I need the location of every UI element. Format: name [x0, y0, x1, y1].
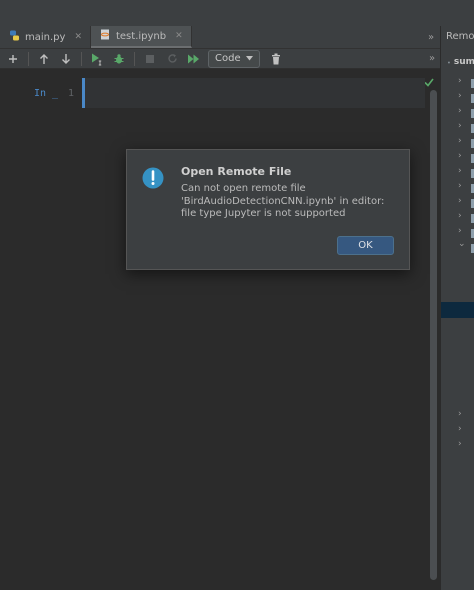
jupyter-notebook-icon: [100, 29, 111, 43]
toolbar-separator: [81, 51, 82, 66]
stop-button[interactable]: [140, 50, 160, 68]
chevron-right-icon[interactable]: ›: [458, 151, 462, 161]
add-cell-button[interactable]: [3, 50, 23, 68]
chevron-right-icon[interactable]: ›: [458, 424, 462, 434]
run-all-icon: [188, 54, 199, 63]
panel-title: Remote Host: [446, 31, 474, 42]
tab-test-ipynb[interactable]: test.ipynb ✕: [90, 26, 192, 48]
stop-icon: [146, 54, 154, 63]
cell-type-value: Code: [215, 53, 241, 64]
chevron-right-icon[interactable]: ›: [458, 409, 462, 419]
tab-label: test.ipynb: [115, 30, 167, 42]
scrollbar-thumb[interactable]: [430, 90, 437, 580]
open-remote-file-dialog: Open Remote File Can not open remote fil…: [126, 149, 410, 270]
chevron-right-icon[interactable]: ›: [458, 439, 462, 449]
trash-icon: [271, 53, 280, 64]
chevron-right-icon[interactable]: ›: [458, 106, 462, 116]
chevron-right-icon[interactable]: ›: [458, 76, 462, 86]
notebook-editor[interactable]: In _ 1: [0, 70, 440, 590]
chevron-right-icon[interactable]: ›: [458, 211, 462, 221]
dialog-message: Can not open remote file 'BirdAudioDetec…: [181, 183, 396, 221]
ok-button[interactable]: OK: [337, 236, 394, 255]
debug-cell-button[interactable]: [109, 50, 129, 68]
chevron-right-icon[interactable]: ›: [458, 181, 462, 191]
cell-type-dropdown[interactable]: Code: [208, 49, 260, 68]
toolbar-separator: [134, 51, 135, 66]
arrow-down-icon: [62, 53, 70, 64]
tab-overflow-icon[interactable]: »: [422, 26, 440, 48]
remote-host-panel: Remote Host sum › › › › › › › › › › › ⌄ …: [440, 26, 474, 590]
panel-root-row[interactable]: sum: [441, 53, 474, 71]
plus-icon: [9, 54, 17, 63]
window-top-strip: [0, 0, 474, 26]
close-icon[interactable]: ✕: [74, 32, 82, 42]
chevron-right-icon[interactable]: ›: [458, 91, 462, 101]
tab-label: main.py: [25, 31, 66, 43]
restart-icon: [167, 54, 177, 63]
cell-prompt: In _: [34, 88, 59, 99]
chevron-right-icon[interactable]: ›: [458, 136, 462, 146]
move-cell-up-button[interactable]: [34, 50, 54, 68]
editor-tab-bar: main.py ✕ test.ipynb ✕ »: [0, 26, 440, 49]
delete-cell-button[interactable]: [266, 50, 286, 68]
bug-icon: [114, 53, 124, 64]
chevron-right-icon[interactable]: ›: [458, 121, 462, 131]
panel-root-label: sum: [453, 57, 474, 67]
dialog-message-line: 'BirdAudioDetectionCNN.ipynb' in editor:: [181, 195, 385, 207]
chevron-right-icon[interactable]: ›: [458, 196, 462, 206]
ide-window: main.py ✕ test.ipynb ✕ » Code » In _ 1 R…: [0, 0, 474, 590]
run-cell-button[interactable]: [87, 50, 107, 68]
code-cell[interactable]: [85, 78, 425, 108]
close-icon[interactable]: ✕: [175, 31, 183, 41]
toolbar-separator: [28, 51, 29, 66]
dialog-title: Open Remote File: [181, 165, 292, 178]
restart-kernel-button[interactable]: [162, 50, 182, 68]
line-number: 1: [68, 88, 75, 99]
checkmark-icon: [424, 72, 434, 91]
vertical-scrollbar[interactable]: [430, 90, 437, 582]
selected-tree-row[interactable]: [441, 302, 474, 318]
tab-main-py[interactable]: main.py ✕: [0, 26, 91, 48]
dialog-message-line: Can not open remote file: [181, 183, 306, 194]
chevron-right-icon[interactable]: ›: [458, 166, 462, 176]
run-cursor-icon: [92, 53, 102, 65]
run-all-button[interactable]: [184, 50, 204, 68]
server-icon: [448, 61, 450, 63]
arrow-up-icon: [40, 53, 48, 64]
chevron-down-icon[interactable]: ⌄: [458, 239, 466, 249]
info-icon: [142, 167, 164, 189]
chevron-right-icon[interactable]: ›: [458, 226, 462, 236]
move-cell-down-button[interactable]: [56, 50, 76, 68]
toolbar-overflow-icon[interactable]: »: [424, 53, 440, 64]
notebook-toolbar: Code »: [0, 49, 440, 69]
dialog-message-line: file type Jupyter is not supported: [181, 208, 346, 219]
chevron-down-icon: [245, 56, 253, 61]
python-file-icon: [9, 30, 20, 44]
